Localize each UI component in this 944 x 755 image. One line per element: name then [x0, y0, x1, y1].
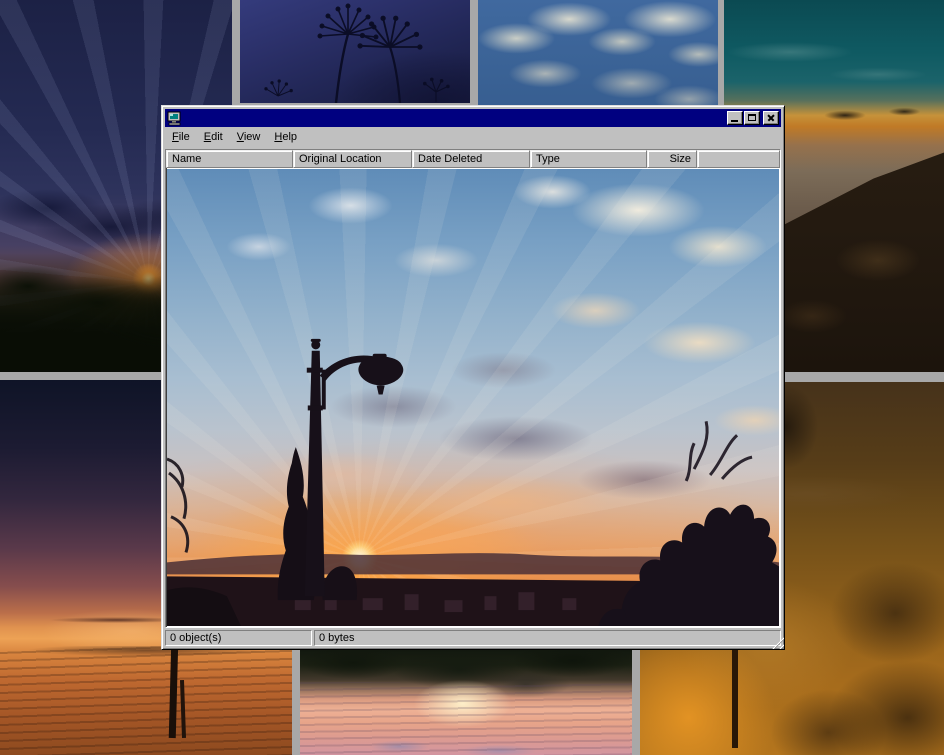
list-client-area: Name Original Location Date Deleted Type… — [165, 149, 781, 628]
close-button[interactable] — [763, 111, 779, 125]
column-header-name[interactable]: Name — [166, 150, 293, 168]
column-header-original-location[interactable]: Original Location — [293, 150, 412, 168]
minimize-button[interactable] — [727, 111, 743, 125]
status-object-count: 0 object(s) — [165, 630, 312, 646]
column-header-filler — [697, 150, 780, 168]
menu-file[interactable]: File — [165, 129, 197, 146]
window-controls — [727, 111, 779, 125]
menu-edit[interactable]: Edit — [197, 129, 230, 146]
recycle-bin-window: File Edit View Help Name Original Locati… — [161, 105, 785, 650]
bg-photo-water-reflection — [300, 648, 632, 755]
column-header-type[interactable]: Type — [530, 150, 647, 168]
column-header-row: Name Original Location Date Deleted Type… — [166, 150, 780, 168]
minimize-icon — [731, 120, 738, 122]
bg-water — [0, 646, 292, 755]
menu-view[interactable]: View — [230, 129, 268, 146]
status-size: 0 bytes — [314, 630, 781, 646]
plant-silhouette-graphic — [240, 0, 470, 103]
bg-photo-plant-silhouette — [240, 0, 470, 103]
column-header-date-deleted[interactable]: Date Deleted — [412, 150, 530, 168]
bg-lamp-pole-blur — [732, 648, 738, 748]
computer-icon — [167, 111, 183, 126]
maximize-icon — [748, 114, 756, 121]
menu-bar: File Edit View Help — [164, 128, 782, 147]
status-bar: 0 object(s) 0 bytes — [165, 630, 781, 646]
photo-silhouettes — [167, 169, 779, 626]
column-header-size[interactable]: Size — [647, 150, 697, 168]
maximize-button[interactable] — [744, 111, 760, 125]
menu-help[interactable]: Help — [267, 129, 304, 146]
titlebar[interactable] — [165, 109, 781, 127]
bg-ripples — [300, 682, 632, 755]
list-viewport-sunset-photo[interactable] — [167, 169, 779, 626]
